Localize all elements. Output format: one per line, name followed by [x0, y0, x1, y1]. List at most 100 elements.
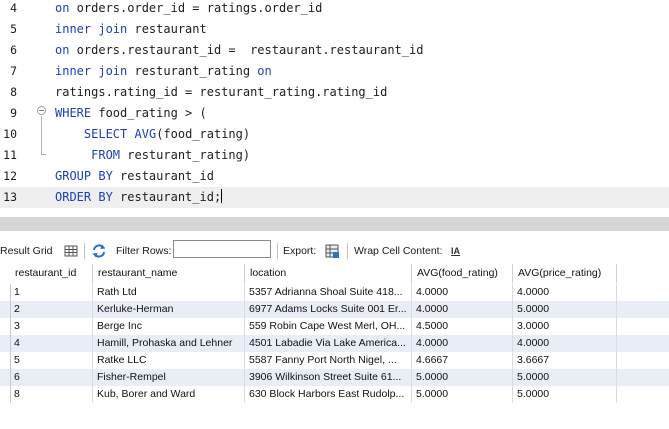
text-caret	[221, 189, 223, 203]
code-text: on orders.order_id = ratings.order_id	[55, 0, 322, 19]
code-line[interactable]: 10 SELECT AVG(food_rating)	[0, 124, 669, 145]
column-header-location[interactable]: location	[245, 264, 412, 283]
cell-avg-price-rating[interactable]: 4.0000	[513, 335, 617, 352]
cell-avg-food-rating[interactable]: 5.0000	[412, 386, 513, 403]
toolbar-separator	[277, 243, 278, 259]
sql-keyword: inner join	[55, 22, 128, 36]
cell-location[interactable]: 559 Robin Cape West Merl, OH...	[245, 318, 412, 335]
cell-location[interactable]: 5587 Fanny Port North Nigel, ...	[245, 352, 412, 369]
table-row[interactable]: 8 Kub, Borer and Ward 630 Block Harbors Ea…	[0, 386, 669, 403]
table-row[interactable]: 3 Berge Inc 559 Robin Cape West Merl, OH..…	[0, 318, 669, 335]
grid-header: restaurant_id restaurant_name location A…	[0, 264, 669, 283]
cell-restaurant-id[interactable]: 5	[10, 352, 93, 369]
line-number: 4	[10, 1, 17, 15]
code-token: resturant_rating	[127, 64, 258, 78]
cell-restaurant-name[interactable]: Berge Inc	[93, 318, 245, 335]
table-row[interactable]: 6 Fisher-Rempel 3906 Wilkinson Street Suit…	[0, 369, 669, 386]
cell-avg-price-rating[interactable]: 5.0000	[513, 369, 617, 386]
column-header-avg-price-rating[interactable]: AVG(price_rating)	[513, 264, 617, 283]
cell-location[interactable]: 3906 Wilkinson Street Suite 61...	[245, 369, 412, 386]
sql-keyword: ORDER BY	[55, 190, 113, 204]
code-line[interactable]: 4 on orders.order_id = ratings.order_id	[0, 0, 669, 19]
cell-avg-food-rating[interactable]: 4.5000	[412, 318, 513, 335]
sql-editor[interactable]: 4 on orders.order_id = ratings.order_id 5 i…	[0, 0, 669, 210]
sql-keyword: SELECT	[83, 127, 128, 141]
cell-avg-food-rating[interactable]: 4.0000	[412, 301, 513, 318]
table-row[interactable]: 2 Kerluke-Herman 6977 Adams Locks Suite 00…	[0, 301, 669, 318]
code-token: ratings.rating_id = resturant_rating.rat…	[55, 85, 388, 99]
cell-restaurant-id[interactable]: 6	[10, 369, 93, 386]
table-row[interactable]: 4 Hamill, Prohaska and Lehner 4501 Labadie…	[0, 335, 669, 352]
cell-restaurant-name[interactable]: Kerluke-Herman	[93, 301, 245, 318]
line-number: 10	[3, 127, 17, 141]
filter-rows-label: Filter Rows:	[116, 245, 172, 257]
sql-keyword: on	[55, 43, 70, 57]
column-header-restaurant-name[interactable]: restaurant_name	[93, 264, 245, 283]
cell-avg-food-rating[interactable]: 4.0000	[412, 335, 513, 352]
cell-avg-price-rating[interactable]: 5.0000	[513, 386, 617, 403]
cell-restaurant-id[interactable]: 3	[10, 318, 93, 335]
line-number: 12	[3, 169, 17, 183]
fold-toggle-icon[interactable]	[37, 106, 46, 115]
export-label: Export:	[283, 245, 317, 257]
cell-restaurant-name[interactable]: Ratke LLC	[93, 352, 245, 369]
cell-location[interactable]: 6977 Adams Locks Suite 001 Er...	[245, 301, 412, 318]
code-line[interactable]: 13 ORDER BY restaurant_id;	[0, 187, 669, 208]
code-line[interactable]: 5 inner join restaurant	[0, 19, 669, 40]
code-line[interactable]: 9 WHERE food_rating > (	[0, 103, 669, 124]
sql-keyword: inner join	[55, 64, 128, 78]
cell-avg-price-rating[interactable]: 4.0000	[513, 284, 617, 301]
code-line[interactable]: 8 ratings.rating_id = resturant_rating.ra…	[0, 82, 669, 103]
cell-restaurant-id[interactable]: 8	[10, 386, 93, 403]
cell-avg-price-rating[interactable]: 3.6667	[513, 352, 617, 369]
sql-keyword: WHERE	[55, 106, 92, 120]
wrap-cell-icon[interactable]: IA	[451, 238, 460, 264]
column-header-avg-food-rating[interactable]: AVG(food_rating)	[412, 264, 513, 283]
cell-restaurant-name[interactable]: Fisher-Rempel	[93, 369, 245, 386]
cell-avg-food-rating[interactable]: 5.0000	[412, 369, 513, 386]
cell-restaurant-name[interactable]: Rath Ltd	[93, 284, 245, 301]
cell-restaurant-id[interactable]: 1	[10, 284, 93, 301]
cell-restaurant-id[interactable]: 4	[10, 335, 93, 352]
code-token: food_rating > (	[91, 106, 207, 120]
line-number: 13	[3, 190, 17, 204]
code-text: GROUP BY restaurant_id	[55, 166, 214, 187]
code-line[interactable]: 6 on orders.restaurant_id = restaurant.re…	[0, 40, 669, 61]
line-number: 7	[10, 64, 17, 78]
export-icon[interactable]	[324, 243, 340, 259]
column-header-restaurant-id[interactable]: restaurant_id	[10, 264, 93, 283]
toolbar-separator	[84, 243, 85, 259]
cell-avg-price-rating[interactable]: 3.0000	[513, 318, 617, 335]
line-number: 6	[10, 43, 17, 57]
code-line[interactable]: 7 inner join resturant_rating on	[0, 61, 669, 82]
cell-restaurant-id[interactable]: 2	[10, 301, 93, 318]
grid-view-icon[interactable]	[63, 243, 79, 259]
code-text: ORDER BY restaurant_id;	[55, 187, 223, 208]
panel-splitter[interactable]	[0, 217, 669, 231]
code-line[interactable]: 12 GROUP BY restaurant_id	[0, 166, 669, 187]
line-number: 9	[10, 106, 17, 120]
refresh-icon[interactable]	[91, 243, 107, 259]
table-row[interactable]: 1 Rath Ltd 5357 Adrianna Shoal Suite 418..…	[0, 284, 669, 301]
result-grid-tab[interactable]: Result Grid	[0, 238, 53, 264]
code-line[interactable]: 11 FROM resturant_rating)	[0, 145, 669, 166]
table-row[interactable]: 5 Ratke LLC 5587 Fanny Port North Nigel, .…	[0, 352, 669, 369]
cell-location[interactable]: 5357 Adrianna Shoal Suite 418...	[245, 284, 412, 301]
line-number: 11	[3, 148, 17, 162]
fold-guide-end	[41, 154, 46, 155]
code-token: orders.order_id = ratings.order_id	[69, 1, 323, 15]
cell-avg-food-rating[interactable]: 4.6667	[412, 352, 513, 369]
filter-rows-input[interactable]	[173, 240, 271, 258]
cell-location[interactable]: 4501 Labadie Via Lake America...	[245, 335, 412, 352]
cell-avg-food-rating[interactable]: 4.0000	[412, 284, 513, 301]
cell-avg-price-rating[interactable]: 5.0000	[513, 301, 617, 318]
code-token: restaurant_id;	[112, 190, 222, 204]
cell-restaurant-name[interactable]: Kub, Borer and Ward	[93, 386, 245, 403]
sql-keyword: on	[257, 64, 272, 78]
fold-guide	[41, 116, 42, 154]
cell-location[interactable]: 630 Block Harbors East Rudolp...	[245, 386, 412, 403]
cell-restaurant-name[interactable]: Hamill, Prohaska and Lehner	[93, 335, 245, 352]
